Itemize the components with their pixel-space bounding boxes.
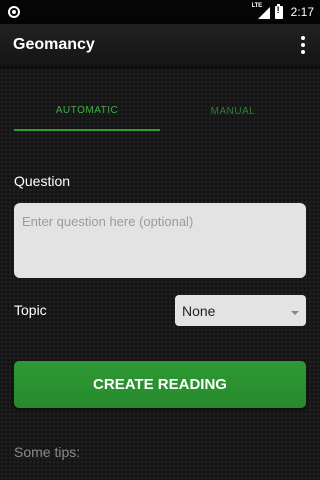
overflow-dot — [301, 43, 305, 47]
dropdown-arrow-icon — [291, 310, 299, 315]
status-left — [8, 6, 20, 18]
notification-icon — [8, 6, 20, 18]
app-title: Geomancy — [13, 36, 95, 53]
create-reading-button[interactable]: CREATE READING — [14, 361, 306, 408]
signal-strength-icon — [257, 7, 270, 19]
signal-icon: LTE — [252, 3, 270, 19]
topic-label: Topic — [14, 302, 47, 318]
status-time: 2:17 — [290, 5, 314, 19]
tab-automatic[interactable]: AUTOMATIC — [14, 96, 160, 131]
overflow-dot — [301, 36, 305, 40]
overflow-dot — [301, 50, 305, 54]
status-right: LTE 2:17 — [252, 3, 314, 19]
topic-select[interactable]: None — [175, 295, 306, 326]
app-bar: Geomancy — [0, 24, 320, 66]
topic-selected-value: None — [182, 302, 216, 319]
mode-tabs: AUTOMATIC MANUAL — [14, 96, 306, 131]
tips-heading: Some tips: — [14, 444, 81, 460]
question-label: Question — [14, 173, 71, 189]
battery-alert-icon — [274, 3, 283, 19]
tab-manual[interactable]: MANUAL — [160, 96, 306, 131]
status-bar: LTE 2:17 — [0, 0, 320, 24]
overflow-menu-icon[interactable] — [296, 35, 310, 55]
question-input[interactable]: Enter question here (optional) — [14, 203, 306, 278]
